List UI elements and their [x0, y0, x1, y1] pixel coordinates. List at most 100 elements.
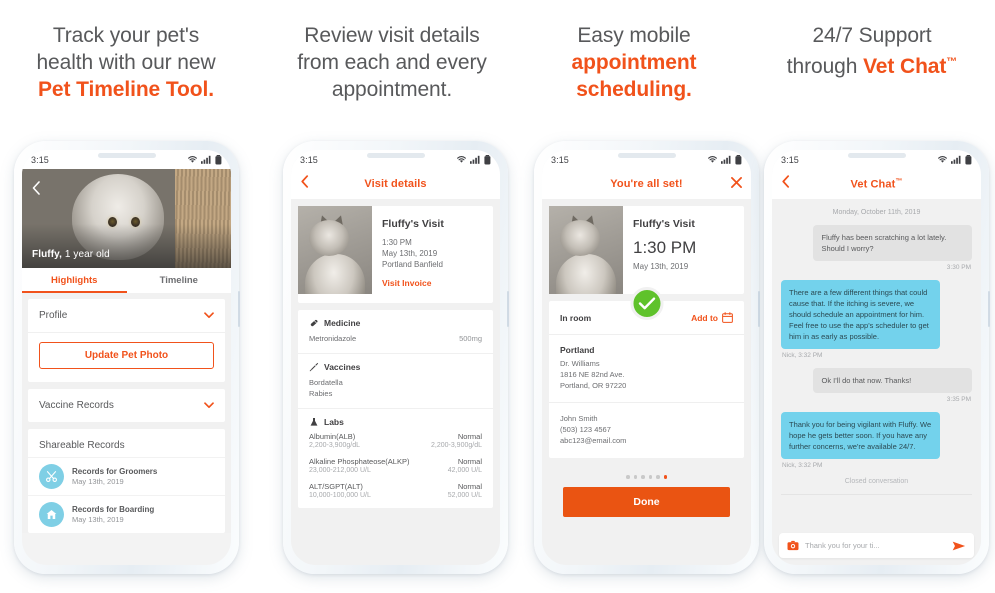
tab-highlights[interactable]: Highlights — [22, 268, 127, 293]
tab-highlights-label: Highlights — [51, 275, 98, 286]
battery-icon — [215, 154, 222, 164]
phone-notch — [366, 153, 425, 158]
appointment-details-card: In room Add to Portland Dr. Williams 181… — [549, 301, 744, 458]
battery-icon — [735, 154, 742, 164]
wifi-icon — [938, 156, 947, 163]
headline-4-accent: Vet Chat — [863, 55, 947, 78]
phone-2-content: Fluffy's Visit 1:30 PM May 13th, 2019 Po… — [291, 199, 500, 565]
vaccine-records-label: Vaccine Records — [39, 400, 114, 411]
in-room-label: In room — [560, 312, 592, 323]
chat-input-bar: Thank you for your ti... — [772, 533, 981, 558]
tab-timeline[interactable]: Timeline — [127, 268, 232, 293]
done-button[interactable]: Done — [563, 486, 730, 517]
page-title: Visit details — [364, 178, 427, 190]
lab-range: 10,000-100,000 U/L — [309, 492, 371, 499]
lab-line-secondary: 10,000-100,000 U/L 52,000 U/L — [309, 492, 482, 499]
visit-title: Fluffy's Visit — [382, 218, 444, 230]
headline-4-line2-pre: through — [786, 55, 864, 78]
pet-name: Fluffy, — [32, 249, 62, 260]
page-dot[interactable] — [633, 475, 637, 479]
pet-thumbnail — [298, 206, 372, 294]
lab-result: 42,000 U/L — [447, 467, 482, 474]
update-pet-photo-button[interactable]: Update Pet Photo — [39, 342, 214, 369]
chat-bubble-outgoing: There are a few different things that co… — [781, 280, 940, 349]
battery-icon — [484, 154, 491, 164]
medicine-dose: 500mg — [459, 334, 482, 343]
headline-3-line1: Easy mobile — [577, 24, 691, 47]
phone-notch — [847, 153, 906, 158]
pet-hero-photo: Fluffy, 1 year old — [22, 169, 231, 268]
vaccine-name: Bordatella — [309, 378, 343, 387]
lab-result: 52,000 U/L — [447, 492, 482, 499]
phone-mockup-1: 3:15 Fluffy, 1 year old Highlights Timel… — [14, 141, 240, 574]
page-dot[interactable] — [656, 475, 660, 479]
lab-range: 2,200-3,900g/dL — [309, 442, 360, 449]
chat-input-field[interactable]: Thank you for your ti... — [779, 533, 974, 558]
status-bar-time: 3:15 — [781, 154, 799, 165]
list-item[interactable]: Records for Boarding May 13th, 2019 — [28, 495, 225, 533]
visit-time: 1:30 PM — [382, 238, 412, 247]
back-button[interactable] — [781, 175, 790, 193]
pill-icon — [310, 319, 318, 327]
headline-1-line1: Track your pet's — [52, 24, 200, 47]
chat-meta: 3:35 PM — [946, 396, 971, 403]
page-title-text: Vet Chat — [850, 178, 896, 191]
phone-1-content: Profile Update Pet Photo Vaccine Records… — [22, 293, 231, 533]
nav-bar: Visit details — [291, 169, 500, 199]
list-item-text: Records for Boarding May 13th, 2019 — [72, 505, 154, 524]
closed-conversation-label: Closed conversation — [781, 478, 972, 495]
profile-label: Profile — [39, 310, 68, 321]
visit-info: Fluffy's Visit 1:30 PM May 13th, 2019 Po… — [372, 206, 493, 303]
add-to-calendar-button[interactable]: Add to — [691, 312, 733, 323]
chat-input-placeholder: Thank you for your ti... — [805, 541, 880, 550]
profile-accordion-row[interactable]: Profile — [28, 299, 225, 332]
headline-4: 24/7 Support through Vet Chat™ — [752, 22, 992, 80]
cellular-signal-icon — [721, 155, 731, 164]
lab-line-secondary: 23,000-212,000 U/L 42,000 U/L — [309, 467, 482, 474]
visit-invoice-link[interactable]: Visit Invoice — [382, 278, 431, 288]
status-bar-icons — [456, 154, 491, 165]
trademark-symbol: ™ — [895, 177, 903, 185]
page-indicator — [549, 465, 744, 487]
battery-icon — [965, 154, 972, 164]
camera-icon[interactable] — [787, 540, 799, 551]
pet-age: 1 year old — [61, 249, 110, 260]
chat-meta: Nick, 3:32 PM — [782, 462, 823, 469]
back-button[interactable] — [300, 175, 309, 193]
visit-details-card: Medicine Metronidazole 500mg Vaccines Bo… — [298, 310, 493, 508]
close-button[interactable] — [731, 175, 742, 193]
clinic-city: Portland, OR 97220 — [560, 381, 627, 390]
tab-timeline-label: Timeline — [159, 275, 198, 286]
vaccines-section: Vaccines Bordatella Rabies — [298, 354, 493, 409]
cat-body — [556, 253, 616, 294]
cellular-signal-icon — [951, 155, 961, 164]
medicine-title: Medicine — [324, 318, 361, 328]
headline-3: Easy mobile appointment scheduling. — [514, 22, 754, 103]
chat-meta: 3:30 PM — [946, 264, 971, 271]
chevron-left-icon — [301, 175, 309, 188]
pet-name-caption: Fluffy, 1 year old — [32, 249, 110, 260]
visit-info: Fluffy's Visit 1:30 PM May 13th, 2019 — [623, 206, 744, 294]
page-dot-active[interactable] — [663, 475, 667, 479]
list-item[interactable]: Records for Groomers May 13th, 2019 — [28, 457, 225, 495]
contact-name: John Smith — [560, 414, 598, 423]
shareable-records-card: Shareable Records Records for Groomers M… — [28, 429, 225, 533]
chat-bubble-incoming: Ok I'll do that now. Thanks! — [813, 368, 972, 393]
vaccine-records-accordion-row[interactable]: Vaccine Records — [28, 389, 225, 422]
add-to-label: Add to — [691, 312, 718, 323]
phone-3-screen: 3:15 You're all set! Fluffy's Visit 1:30… — [542, 150, 751, 565]
page-dot[interactable] — [641, 475, 645, 479]
checkmark-icon — [638, 297, 655, 310]
visit-title: Fluffy's Visit — [633, 218, 695, 230]
visit-date: May 13th, 2019 — [633, 262, 689, 271]
list-item-date: May 13th, 2019 — [72, 515, 124, 524]
lab-name: Alkaline Phosphateose(ALKP) — [309, 457, 410, 466]
back-button[interactable] — [31, 181, 41, 200]
send-icon[interactable] — [952, 540, 966, 552]
vaccine-name: Rabies — [309, 389, 333, 398]
status-bar-time: 3:15 — [31, 154, 49, 165]
page-dot[interactable] — [648, 475, 652, 479]
shareable-records-title: Shareable Records — [39, 440, 125, 451]
cat-head — [560, 220, 601, 257]
page-dot[interactable] — [626, 475, 630, 479]
